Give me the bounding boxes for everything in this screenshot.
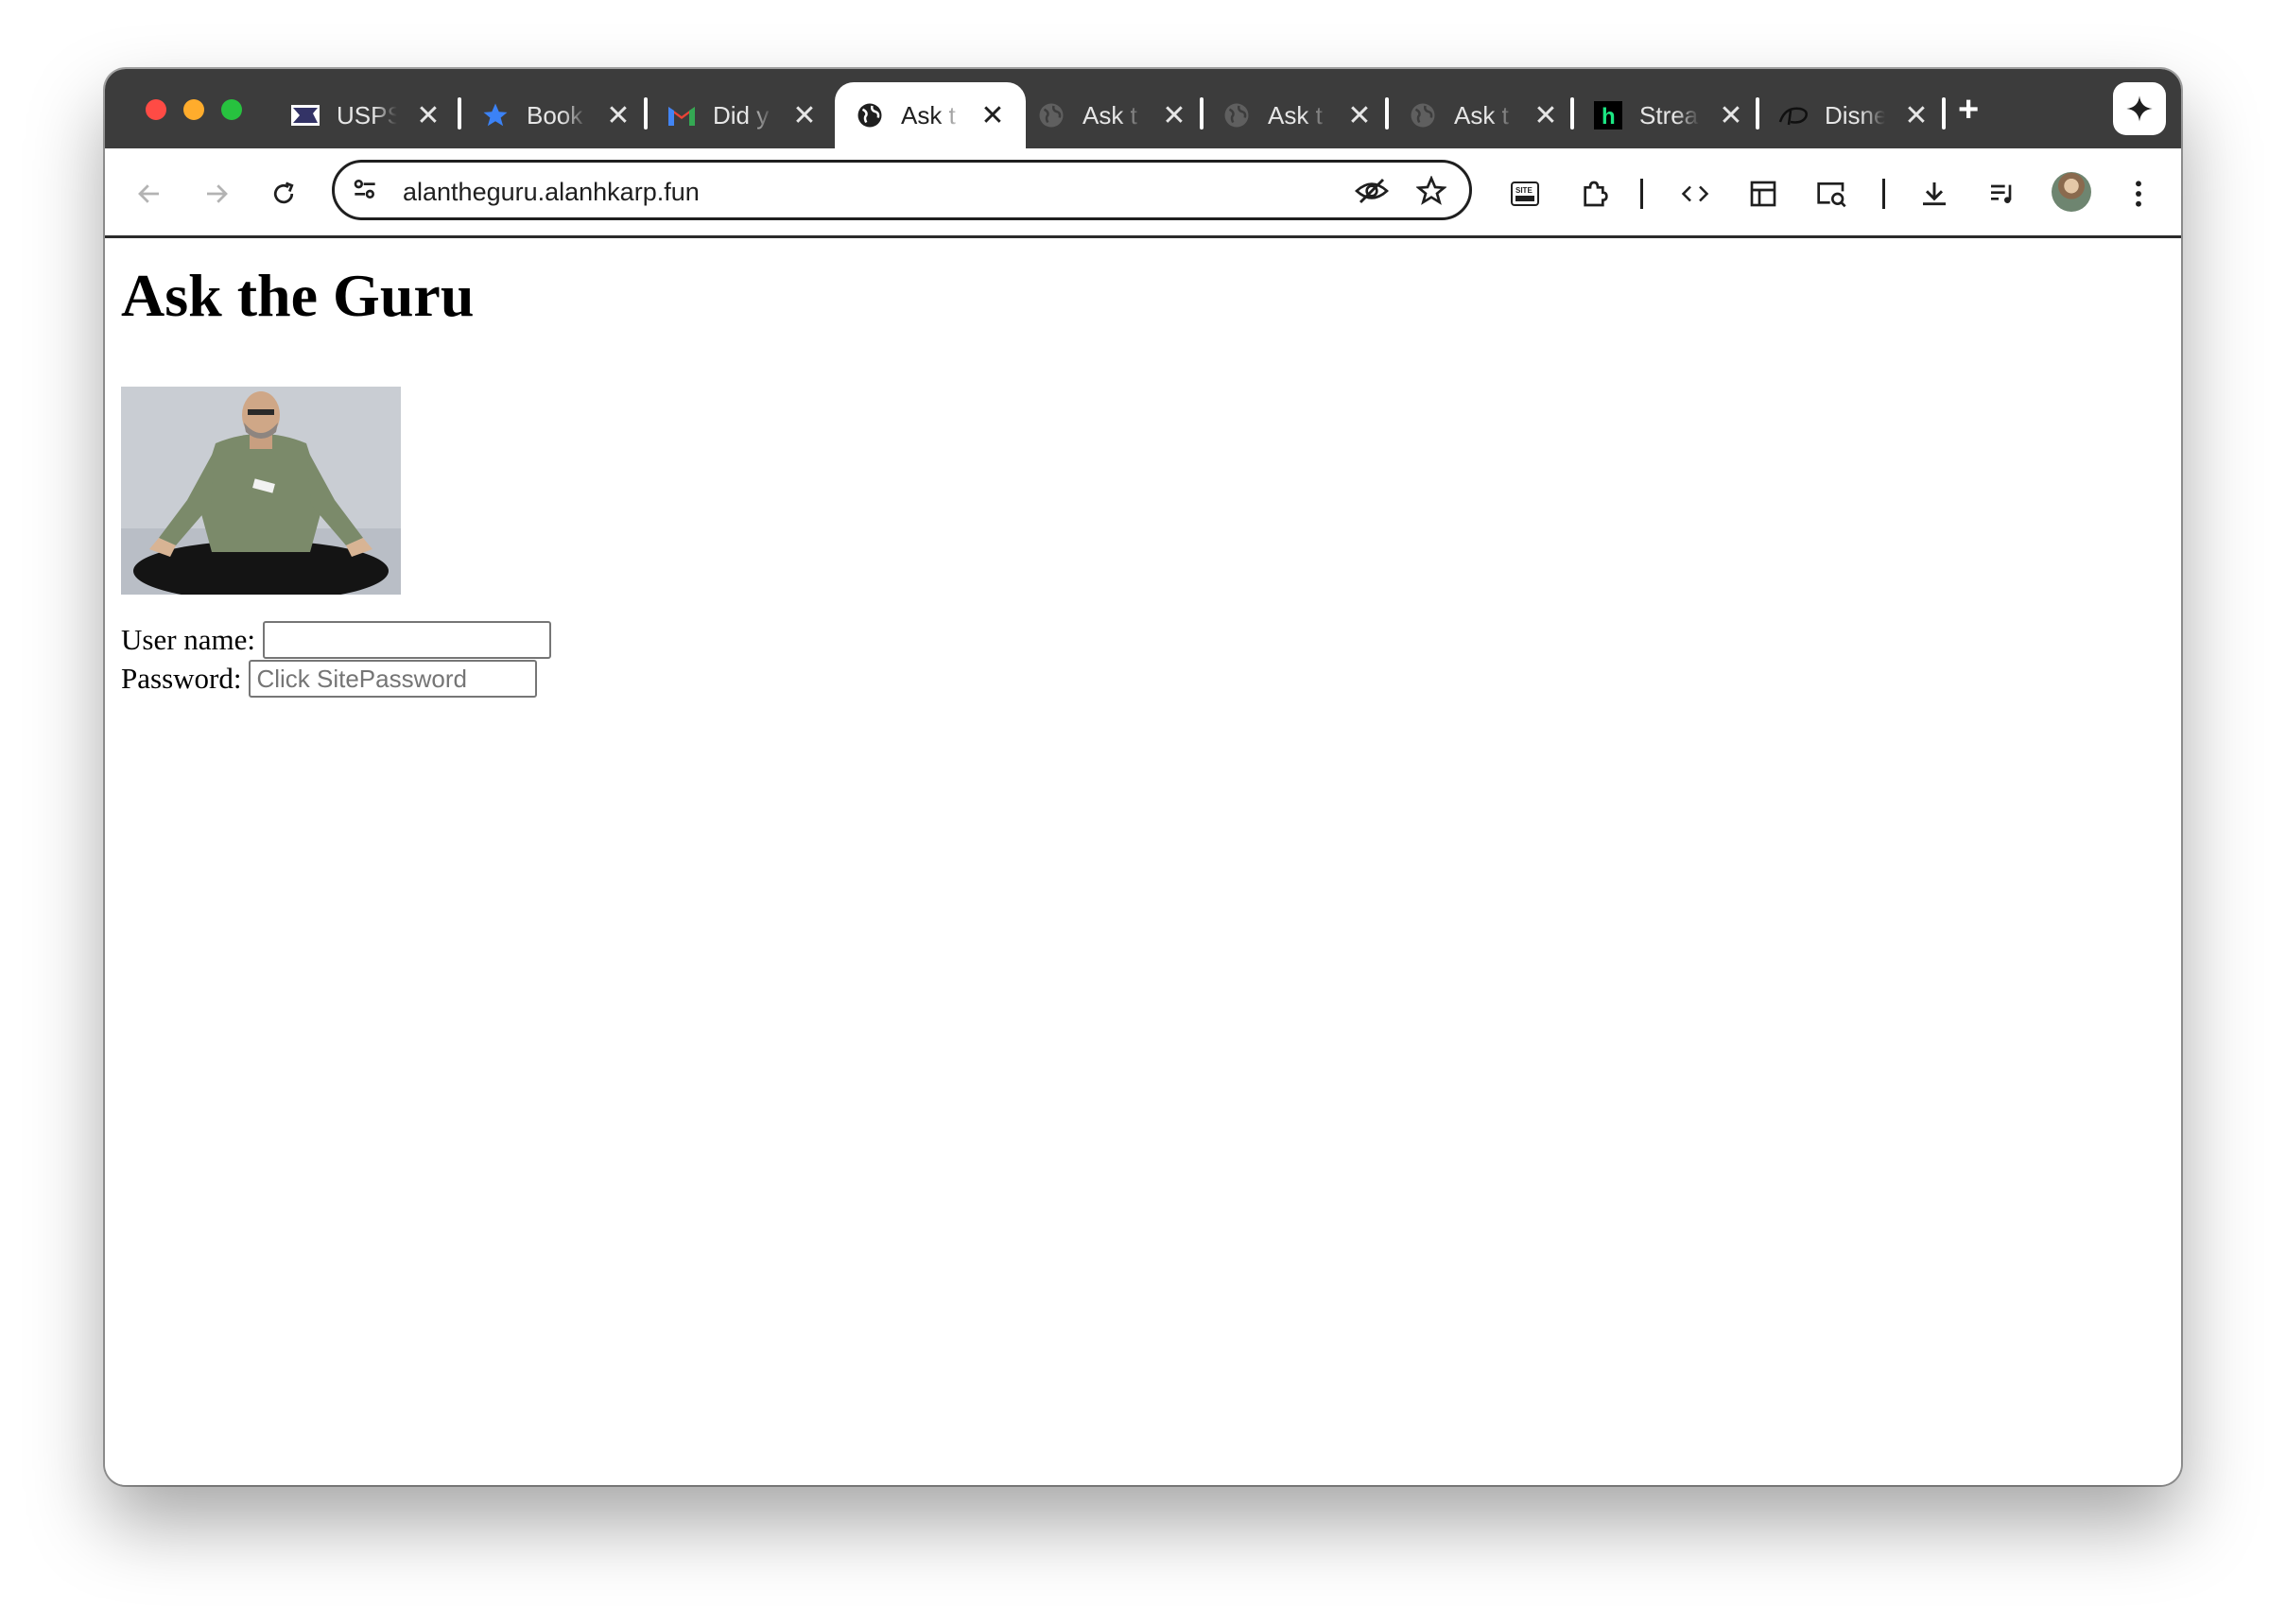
tab-ask-the-guru[interactable]: Ask t ✕ — [1035, 82, 1188, 148]
arrow-left-icon — [138, 184, 159, 203]
tab-strip: USPS ✕ Book ✕ Did y ✕ Ask t ✕ Ask t ✕ As… — [105, 69, 2181, 148]
browser-menu-button[interactable] — [2120, 175, 2157, 213]
reload-button[interactable] — [265, 175, 303, 213]
sitepassword-extension-button[interactable]: SITE — [1506, 175, 1544, 213]
devtools-button[interactable] — [1676, 175, 1714, 213]
svg-text:SITE: SITE — [1515, 186, 1533, 195]
globe-icon — [854, 99, 886, 131]
password-row: Password: — [121, 660, 538, 698]
browser-window: USPS ✕ Book ✕ Did y ✕ Ask t ✕ Ask t ✕ As… — [105, 69, 2181, 1485]
site-badge-icon: SITE — [1511, 181, 1539, 206]
new-tab-button[interactable]: + — [1958, 90, 1979, 130]
usps-eagle-icon — [289, 99, 321, 131]
toolbar-separator — [1640, 179, 1643, 209]
star-bookmark-icon — [479, 99, 511, 131]
toolbar-separator — [1882, 179, 1885, 209]
tab-ask-the-guru-active[interactable]: Ask t ✕ — [835, 82, 1026, 148]
close-icon[interactable]: ✕ — [1902, 99, 1931, 132]
page-title: Ask the Guru — [121, 262, 475, 329]
address-bar[interactable]: alantheguru.alanhkarp.fun — [332, 160, 1472, 220]
password-label: Password: — [121, 662, 242, 695]
tab-bookmarks[interactable]: Book ✕ — [479, 82, 632, 148]
page-content: Ask the Guru User name: Password: — [105, 238, 2181, 1485]
tab-separator — [1942, 97, 1946, 130]
tab-usps[interactable]: USPS ✕ — [289, 82, 442, 148]
screen-search-icon — [1817, 182, 1846, 208]
window-maximize-button[interactable] — [221, 99, 242, 120]
tab-disney[interactable]: Disne ✕ — [1777, 82, 1931, 148]
gemini-sparkle-button[interactable] — [2113, 82, 2166, 135]
reload-icon — [273, 181, 294, 204]
tab-separator — [644, 97, 648, 130]
tab-separator — [1756, 97, 1759, 130]
puzzle-icon — [1584, 181, 1608, 207]
close-icon[interactable]: ✕ — [1717, 99, 1745, 132]
tab-ask-the-guru[interactable]: Ask t ✕ — [1221, 82, 1374, 148]
download-icon — [1923, 182, 1946, 206]
h-logo-icon: h — [1592, 99, 1624, 131]
tab-separator — [458, 97, 461, 130]
guru-photo — [121, 387, 401, 595]
close-icon[interactable]: ✕ — [1160, 99, 1188, 132]
username-label: User name: — [121, 623, 256, 656]
downloads-button[interactable] — [1915, 175, 1953, 213]
globe-icon — [1221, 99, 1253, 131]
tab-separator — [1200, 97, 1204, 130]
side-panel-button[interactable] — [1744, 175, 1782, 213]
tab-ask-the-guru[interactable]: Ask t ✕ — [1407, 82, 1560, 148]
bookmark-star-icon[interactable] — [1415, 175, 1447, 211]
sparkle-icon — [2126, 95, 2153, 122]
browser-toolbar: alantheguru.alanhkarp.fun SITE — [105, 148, 2181, 238]
tab-separator — [1385, 97, 1389, 130]
window-minimize-button[interactable] — [183, 99, 204, 120]
code-icon — [1681, 185, 1709, 202]
svg-text:h: h — [1602, 104, 1616, 130]
password-input[interactable] — [249, 660, 538, 698]
tab-gmail[interactable]: Did y ✕ — [666, 82, 819, 148]
tab-stream[interactable]: h Strea ✕ — [1592, 82, 1745, 148]
profile-avatar[interactable] — [2052, 172, 2091, 212]
site-settings-icon[interactable] — [350, 174, 380, 209]
close-icon[interactable]: ✕ — [414, 99, 442, 132]
gmail-icon — [666, 99, 698, 131]
extensions-button[interactable] — [1575, 175, 1613, 213]
eye-off-icon[interactable] — [1354, 176, 1390, 211]
reading-list-button[interactable] — [1983, 175, 2021, 213]
username-row: User name: — [121, 621, 552, 659]
forward-button[interactable] — [198, 175, 235, 213]
window-close-button[interactable] — [146, 99, 166, 120]
globe-icon — [1407, 99, 1439, 131]
close-icon[interactable]: ✕ — [790, 99, 819, 132]
more-vert-icon — [2136, 181, 2141, 207]
back-button[interactable] — [130, 175, 168, 213]
tab-separator — [1570, 97, 1574, 130]
disney-logo-icon — [1777, 99, 1810, 131]
close-icon[interactable]: ✕ — [1345, 99, 1374, 132]
username-input[interactable] — [263, 621, 552, 659]
close-icon[interactable]: ✕ — [604, 99, 632, 132]
layout-panel-icon — [1750, 181, 1776, 207]
globe-icon — [1035, 99, 1067, 131]
arrow-right-icon — [207, 184, 228, 203]
close-icon[interactable]: ✕ — [1532, 99, 1560, 132]
close-icon[interactable]: ✕ — [978, 99, 1007, 132]
url-text[interactable]: alantheguru.alanhkarp.fun — [403, 178, 700, 207]
lens-search-button[interactable] — [1812, 175, 1850, 213]
playlist-icon — [1991, 184, 2012, 203]
